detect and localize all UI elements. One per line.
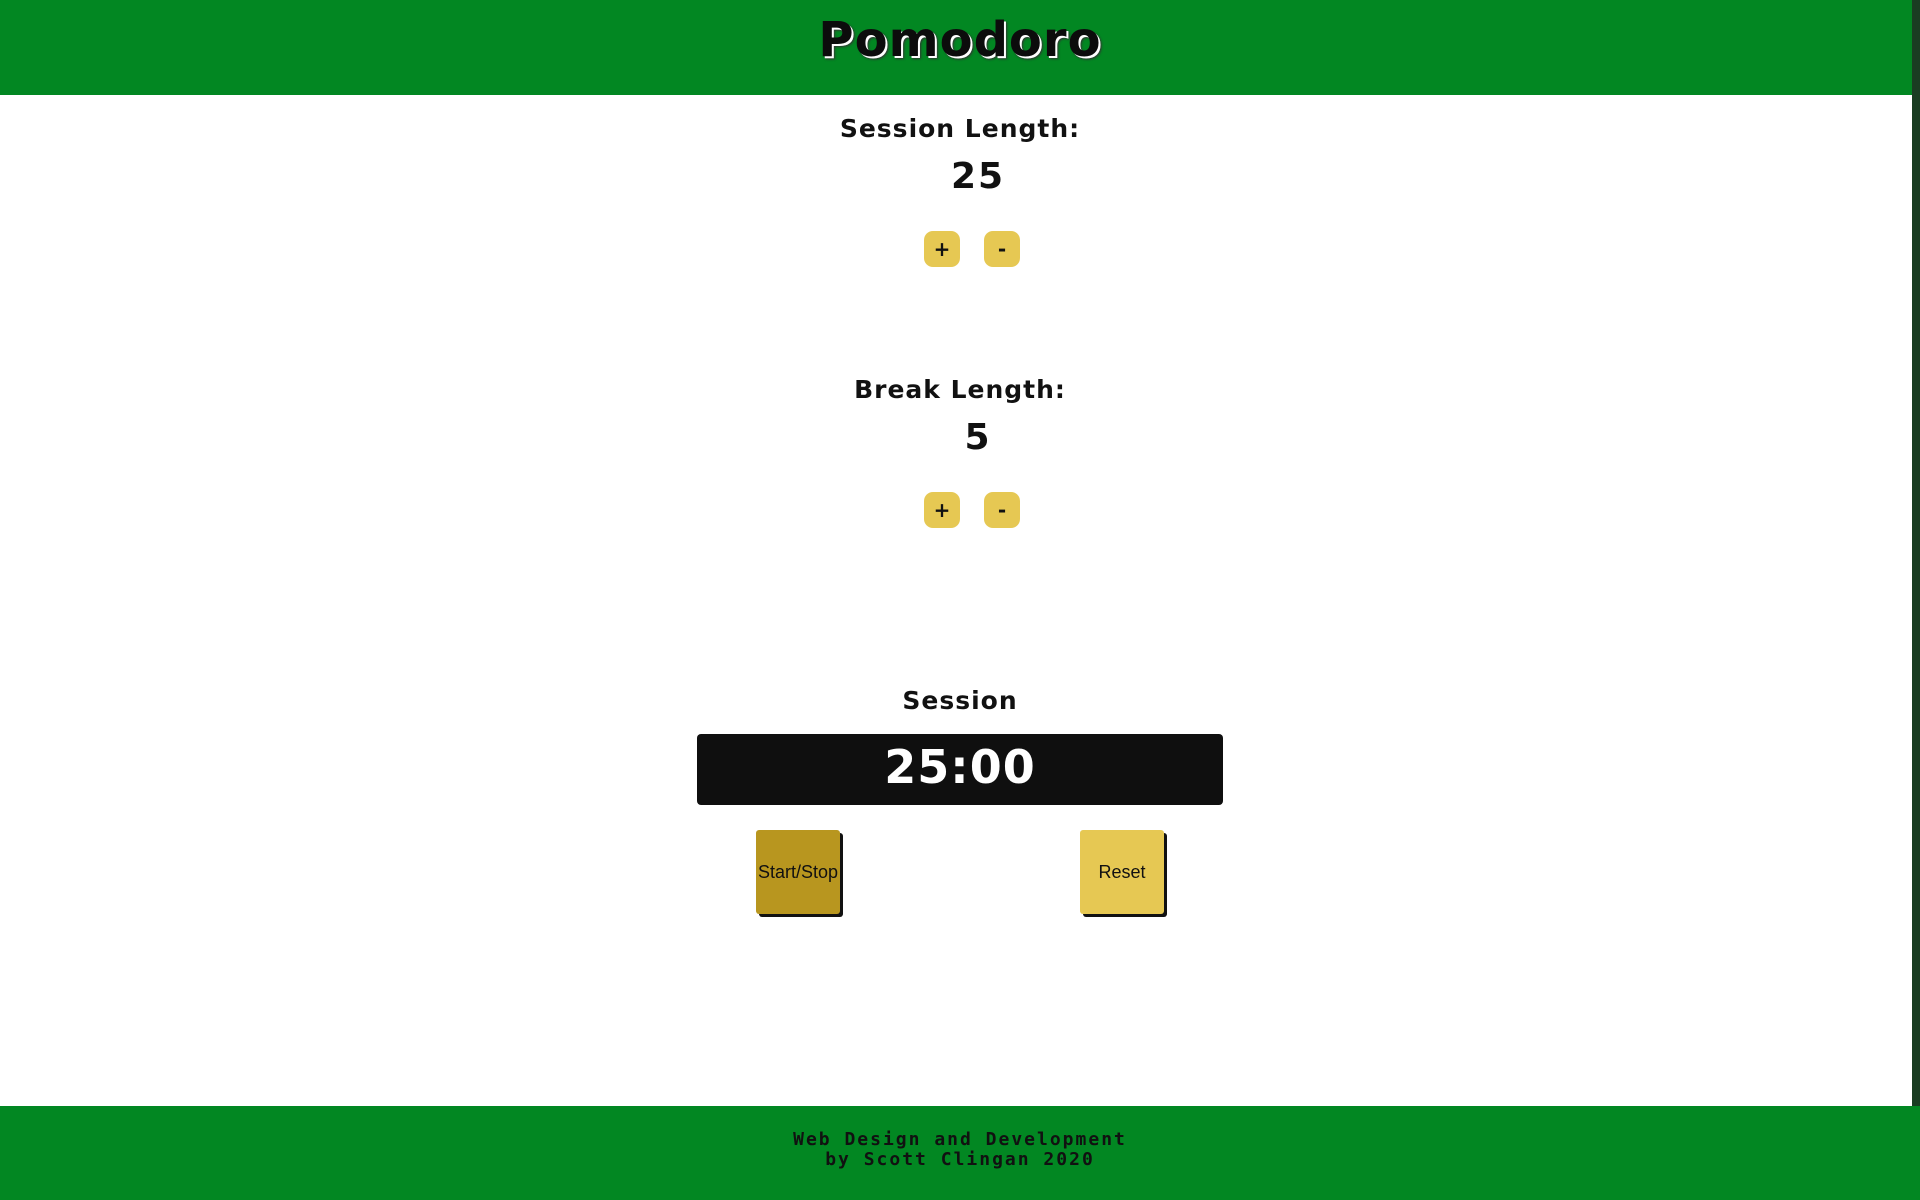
- break-decrement-button[interactable]: -: [984, 492, 1020, 528]
- session-length-value: 25: [950, 156, 1006, 197]
- app-title: Pomodoro: [818, 12, 1102, 68]
- footer-bar: Web Design and Development by Scott Clin…: [0, 1106, 1920, 1200]
- timer-mode-wrap: Session: [0, 686, 1920, 716]
- timer-display: 25:00: [697, 734, 1223, 805]
- footer-credit: Web Design and Development by Scott Clin…: [0, 1106, 1920, 1170]
- timer-time: 25:00: [884, 740, 1036, 794]
- session-length-label: Session Length:: [839, 114, 1081, 143]
- header-bar: Pomodoro: [0, 0, 1920, 95]
- break-increment-button[interactable]: +: [924, 492, 960, 528]
- start-stop-button[interactable]: Start/Stop: [756, 830, 840, 914]
- pomodoro-page: Pomodoro Session Length: 25 + - Break Le…: [0, 0, 1920, 1200]
- footer-line-1: Web Design and Development: [793, 1129, 1127, 1150]
- session-length-value-wrap: 25: [18, 155, 1920, 199]
- reset-button[interactable]: Reset: [1080, 830, 1164, 914]
- break-length-label: Break Length:: [854, 375, 1066, 404]
- session-decrement-button[interactable]: -: [984, 231, 1020, 267]
- timer-mode-label: Session: [902, 686, 1018, 715]
- footer-line-2: by Scott Clingan 2020: [825, 1149, 1095, 1170]
- session-length-section: Session Length:: [0, 114, 1920, 144]
- break-length-value-wrap: 5: [18, 416, 1920, 460]
- break-length-value: 5: [964, 417, 992, 458]
- break-length-section: Break Length:: [0, 375, 1920, 405]
- session-increment-button[interactable]: +: [924, 231, 960, 267]
